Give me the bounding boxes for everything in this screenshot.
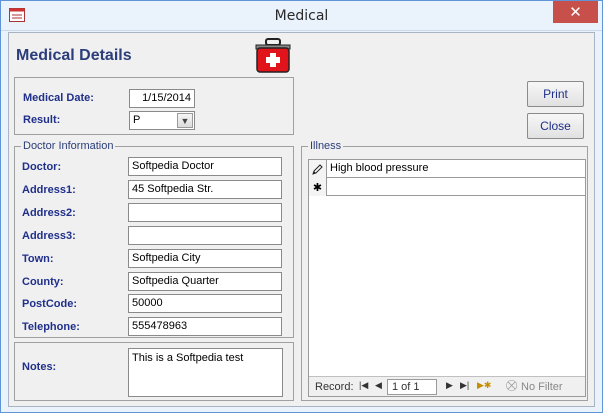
first-record-button[interactable]: |◀ — [359, 380, 368, 391]
record-label: Record: — [315, 381, 354, 393]
address1-label: Address1: — [22, 184, 76, 196]
chevron-down-icon[interactable]: ▼ — [177, 113, 193, 128]
pencil-icon[interactable] — [309, 160, 327, 178]
record-navigation-bar: Record: |◀ ◀ 1 of 1 ▶ ▶| ▶✱ ⛒ No Filter — [309, 376, 585, 396]
next-record-button[interactable]: ▶ — [446, 380, 453, 391]
town-label: Town: — [22, 253, 54, 265]
result-label: Result: — [23, 114, 61, 126]
postcode-label: PostCode: — [22, 298, 77, 310]
address3-field[interactable] — [128, 226, 282, 245]
first-aid-kit-icon — [255, 38, 291, 73]
app-window: Medical ✕ Medical Details Medical Date: … — [0, 0, 603, 413]
filter-icon: ⛒ — [506, 380, 518, 392]
illness-legend: Illness — [308, 140, 344, 152]
illness-group: Illness High blood pressure ✱ Record: |◀… — [301, 140, 588, 401]
illness-cell[interactable]: High blood pressure — [330, 162, 428, 174]
address2-field[interactable] — [128, 203, 282, 222]
notes-panel: Notes: This is a Softpedia test — [14, 342, 294, 401]
close-button[interactable]: Close — [527, 113, 584, 139]
doctor-label: Doctor: — [22, 161, 62, 173]
result-combo[interactable]: P ▼ — [129, 111, 195, 130]
notes-label: Notes: — [22, 361, 57, 373]
new-record-button[interactable]: ▶✱ — [477, 380, 491, 391]
telephone-label: Telephone: — [22, 321, 80, 333]
doctor-info-legend: Doctor Information — [21, 140, 116, 152]
town-field[interactable]: Softpedia City — [128, 249, 282, 268]
address3-label: Address3: — [22, 230, 76, 242]
form-body: Medical Details Medical Date: 1/15/2014 … — [8, 32, 595, 407]
county-label: County: — [22, 276, 64, 288]
doctor-field[interactable]: Softpedia Doctor — [128, 157, 282, 176]
county-field[interactable]: Softpedia Quarter — [128, 272, 282, 291]
last-record-button[interactable]: ▶| — [460, 380, 469, 391]
illness-grid: High blood pressure ✱ Record: |◀ ◀ 1 of … — [308, 159, 586, 397]
form-heading: Medical Details — [16, 47, 132, 64]
medical-date-label: Medical Date: — [23, 92, 94, 104]
postcode-field[interactable]: 50000 — [128, 294, 282, 313]
no-filter-label[interactable]: No Filter — [521, 381, 563, 393]
telephone-field[interactable]: 555478963 — [128, 317, 282, 336]
medical-date-field[interactable]: 1/15/2014 — [129, 89, 195, 108]
table-row[interactable]: High blood pressure — [309, 160, 585, 178]
asterisk-icon[interactable]: ✱ — [309, 178, 327, 196]
window-title: Medical — [274, 8, 329, 24]
close-icon: ✕ — [569, 4, 582, 21]
window-close-button[interactable]: ✕ — [553, 1, 598, 23]
notes-field[interactable]: This is a Softpedia test — [128, 348, 283, 397]
previous-record-button[interactable]: ◀ — [375, 380, 382, 391]
table-row[interactable]: ✱ — [309, 178, 585, 196]
doctor-info-group: Doctor Information Doctor: Softpedia Doc… — [14, 140, 294, 338]
address1-field[interactable]: 45 Softpedia Str. — [128, 180, 282, 199]
title-bar[interactable]: Medical ✕ — [1, 1, 602, 31]
print-button[interactable]: Print — [527, 81, 584, 107]
medical-summary-panel: Medical Date: 1/15/2014 Result: P ▼ — [14, 77, 294, 135]
result-value: P — [133, 114, 141, 126]
record-position-field[interactable]: 1 of 1 — [387, 379, 437, 395]
address2-label: Address2: — [22, 207, 76, 219]
